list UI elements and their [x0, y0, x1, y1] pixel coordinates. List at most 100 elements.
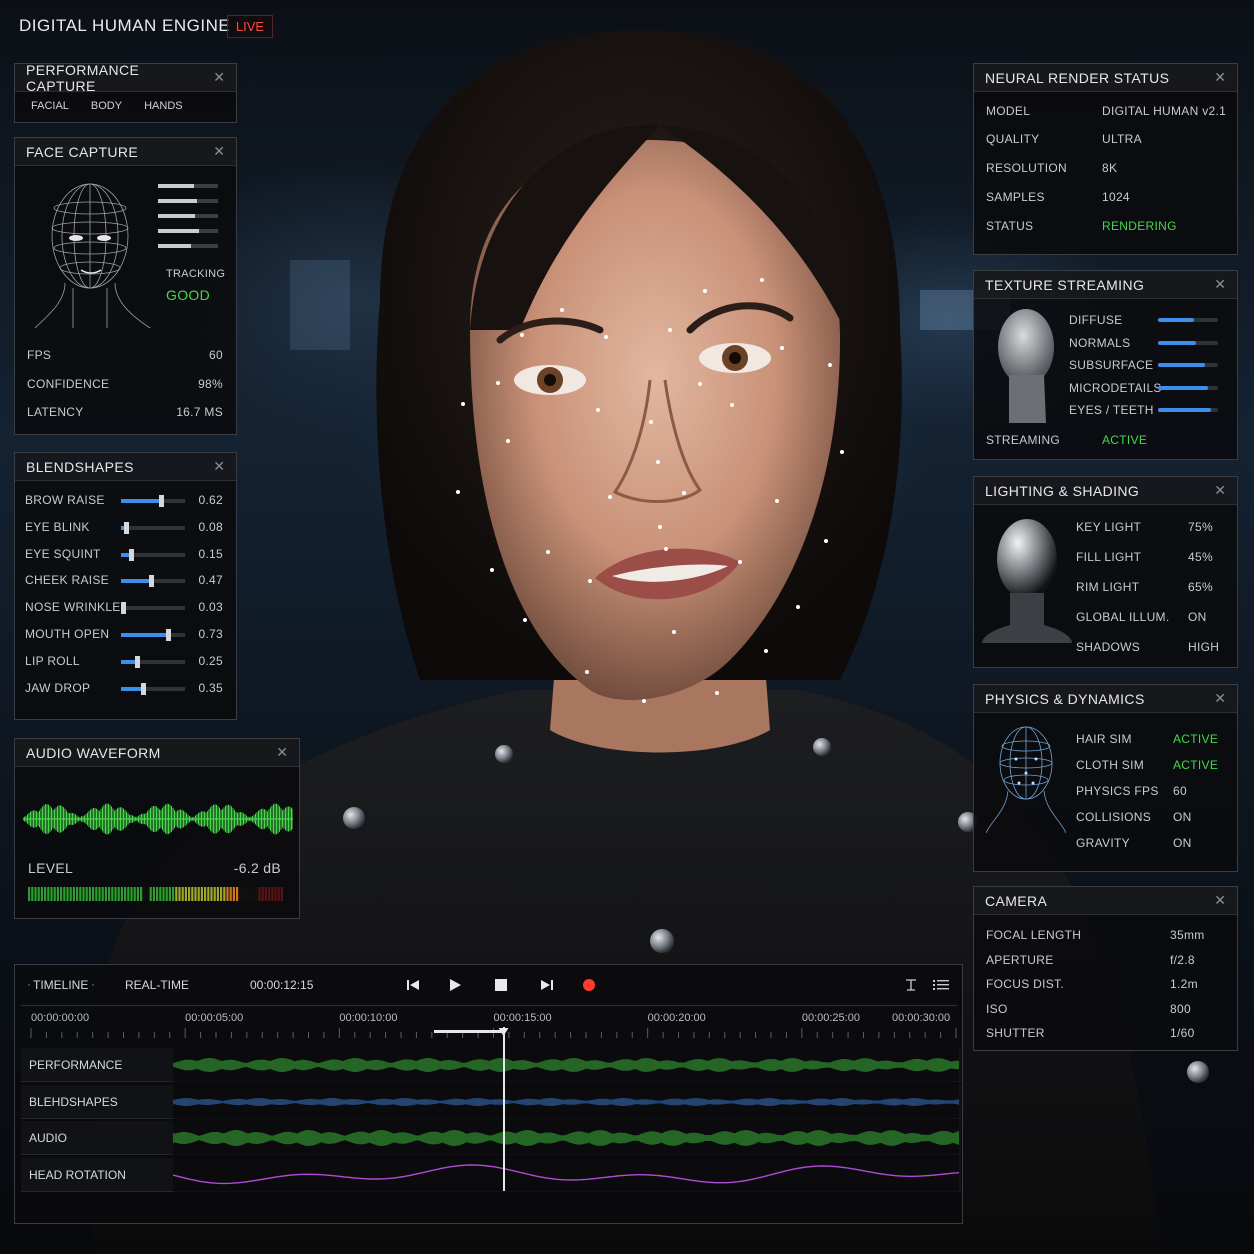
track-waveform — [173, 1121, 959, 1155]
blendshape-label: MOUTH OPEN — [25, 627, 110, 641]
timeline-label[interactable]: TIMELINE — [33, 978, 88, 992]
resolution-value: 8K — [1102, 161, 1118, 175]
list-view-button[interactable] — [931, 975, 951, 995]
panel-header: TEXTURE STREAMING ✕ — [974, 271, 1237, 299]
close-icon[interactable]: ✕ — [1214, 892, 1226, 909]
tab-hands[interactable]: HANDS — [144, 100, 183, 112]
row-label: GLOBAL ILLUM. — [1076, 610, 1170, 624]
panel-header: BLENDSHAPES ✕ — [15, 453, 236, 481]
close-icon[interactable]: ✕ — [213, 69, 225, 86]
blendshape-slider[interactable] — [121, 548, 185, 561]
skip-forward-icon — [541, 980, 553, 990]
blendshape-value: 0.62 — [198, 493, 223, 507]
close-icon[interactable]: ✕ — [1214, 482, 1226, 499]
panel-header: NEURAL RENDER STATUS ✕ — [974, 64, 1237, 92]
neural-render-panel: NEURAL RENDER STATUS ✕ MODEL DIGITAL HUM… — [973, 63, 1238, 255]
texture-label: SUBSURFACE — [1069, 358, 1154, 372]
realtime-mode[interactable]: REAL-TIME — [125, 978, 189, 992]
blendshape-value: 0.35 — [198, 680, 223, 695]
slider-knob[interactable] — [141, 682, 147, 695]
play-button[interactable] — [445, 975, 465, 995]
tick-label: 00:00:05:00 — [185, 1012, 244, 1024]
blendshape-value: 0.47 — [198, 573, 223, 588]
slider-knob[interactable] — [149, 575, 155, 588]
tracking-status: GOOD — [166, 287, 210, 303]
blendshape-slider[interactable] — [121, 575, 185, 588]
blendshape-slider[interactable] — [121, 682, 185, 695]
row-label: PHYSICS FPS — [1076, 784, 1159, 798]
blendshape-slider[interactable] — [121, 495, 185, 507]
skip-forward-button[interactable] — [537, 975, 557, 995]
samples-value: 1024 — [1102, 190, 1130, 204]
timeline-track[interactable]: PERFORMANCE — [21, 1048, 961, 1082]
timeline-track[interactable]: HEAD ROTATION — [21, 1157, 961, 1192]
stop-button[interactable] — [491, 975, 511, 995]
row-label: RIM LIGHT — [1076, 580, 1140, 594]
blendshape-label: LIP ROLL — [25, 653, 80, 668]
text-tool-button[interactable] — [901, 975, 921, 995]
tick-label: 00:00:20:00 — [647, 1012, 706, 1024]
row-label: FILL LIGHT — [1076, 550, 1142, 564]
close-icon[interactable]: ✕ — [1214, 276, 1226, 293]
timeline-track[interactable]: BLEHDSHAPES — [21, 1084, 961, 1119]
lighting-shading-panel: LIGHTING & SHADING ✕ KEY LIGHT 75% FILL LI… — [973, 476, 1238, 668]
row-value: 45% — [1188, 550, 1213, 564]
slider-knob[interactable] — [158, 495, 164, 507]
panel-title: NEURAL RENDER STATUS — [985, 69, 1170, 86]
samples-label: SAMPLES — [986, 190, 1045, 204]
slider-knob[interactable] — [165, 629, 171, 641]
skip-back-button[interactable] — [403, 975, 423, 995]
fps-label: FPS — [27, 348, 52, 362]
row-value: HIGH — [1188, 640, 1220, 654]
progress-fill — [1158, 408, 1211, 412]
row-value: 1/60 — [1170, 1026, 1195, 1040]
panel-title: LIGHTING & SHADING — [985, 482, 1140, 499]
texture-progress-bar — [1158, 363, 1218, 367]
timecode-display: 00:00:12:15 — [250, 978, 314, 992]
panel-header: LIGHTING & SHADING ✕ — [974, 477, 1237, 505]
latency-value: 16.7 MS — [176, 405, 223, 419]
blendshape-slider[interactable] — [121, 602, 185, 615]
blendshape-slider[interactable] — [121, 521, 185, 534]
blendshape-label: BROW RAISE — [25, 493, 105, 507]
texture-streaming-panel: TEXTURE STREAMING ✕ DIFFUSE NORMALS SUBSUR… — [973, 270, 1238, 460]
row-label: SHUTTER — [986, 1026, 1045, 1040]
close-icon[interactable]: ✕ — [213, 458, 225, 475]
track-waveform — [173, 1157, 959, 1192]
close-icon[interactable]: ✕ — [276, 744, 288, 761]
row-label: FOCAL LENGTH — [986, 928, 1082, 942]
slider-knob[interactable] — [128, 548, 134, 561]
row-label: COLLISIONS — [1076, 810, 1152, 824]
status-label: STATUS — [986, 219, 1034, 233]
tab-body[interactable]: BODY — [91, 100, 122, 112]
panel-title: TEXTURE STREAMING — [985, 276, 1145, 293]
head-wireframe-icon — [986, 726, 1066, 833]
blendshape-label: EYE SQUINT — [25, 546, 101, 561]
blendshape-slider[interactable] — [121, 629, 185, 641]
tab-facial[interactable]: FACIAL — [31, 100, 69, 112]
texture-label: EYES / TEETH — [1069, 403, 1154, 417]
row-label: HAIR SIM — [1076, 732, 1132, 746]
blendshape-label: CHEEK RAISE — [25, 573, 109, 588]
streaming-label: STREAMING — [986, 433, 1061, 447]
row-label: FOCUS DIST. — [986, 977, 1064, 991]
track-waveform — [173, 1048, 959, 1082]
audio-waveform-panel: AUDIO WAVEFORM ✕ LEVEL -6.2 dB — [14, 738, 300, 919]
close-icon[interactable]: ✕ — [213, 143, 225, 160]
timeline-dot-icon: · — [91, 977, 95, 991]
close-icon[interactable]: ✕ — [1214, 690, 1226, 707]
confidence-value: 98% — [198, 377, 223, 391]
slider-knob[interactable] — [124, 521, 130, 534]
model-value: DIGITAL HUMAN v2.1 — [1102, 104, 1227, 118]
record-button[interactable] — [579, 975, 599, 995]
close-icon[interactable]: ✕ — [1214, 69, 1226, 86]
texture-label: NORMALS — [1069, 335, 1131, 350]
timeline-track[interactable]: AUDIO — [21, 1121, 961, 1155]
blendshape-slider[interactable] — [121, 655, 185, 668]
panel-header: PERFORMANCE CAPTURE ✕ — [15, 62, 236, 94]
slider-knob[interactable] — [135, 655, 140, 668]
progress-fill — [1158, 385, 1208, 390]
quality-value: ULTRA — [1102, 132, 1142, 146]
slider-knob[interactable] — [121, 602, 126, 615]
playhead[interactable] — [502, 1027, 505, 1191]
